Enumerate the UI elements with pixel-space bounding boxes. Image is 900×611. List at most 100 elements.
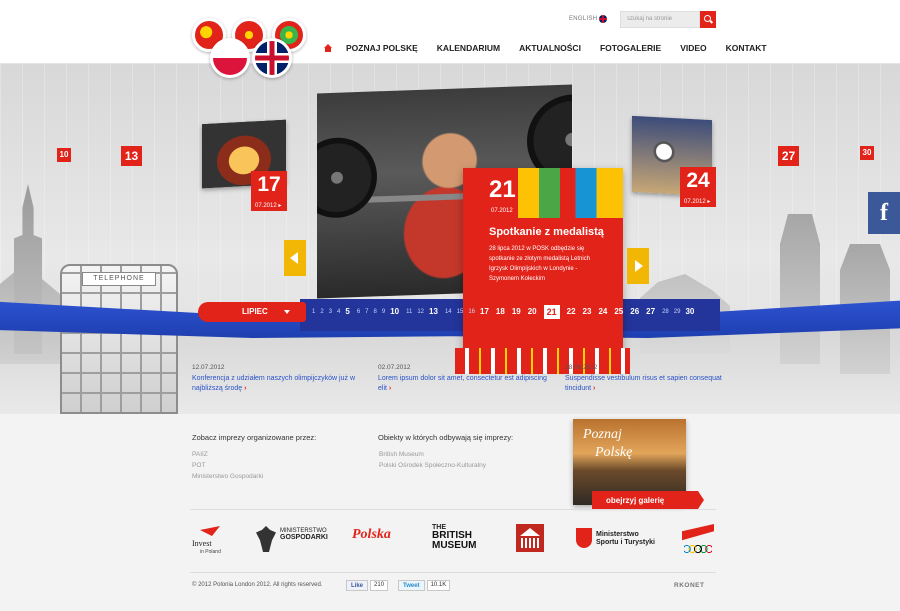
date-tile-10[interactable]: 10 xyxy=(57,148,71,162)
date-tile-27[interactable]: 27 xyxy=(778,146,799,166)
organizer-link[interactable]: POT xyxy=(192,462,205,469)
agency-logo[interactable]: RKONET xyxy=(674,582,704,589)
tweet-label[interactable]: Tweet xyxy=(398,580,425,591)
calendar-day[interactable]: 17 xyxy=(480,305,489,319)
calendar-day[interactable]: 6 xyxy=(357,305,360,319)
folk-pattern xyxy=(518,168,623,218)
ministry-economy-logo[interactable]: MINISTERSTWO GOSPODARKI xyxy=(256,522,330,558)
home-icon[interactable] xyxy=(324,44,332,52)
nav-aktualnosci[interactable]: AKTUALNOŚCI xyxy=(519,43,581,53)
search-button[interactable] xyxy=(700,11,716,28)
calendar-day[interactable]: 3 xyxy=(329,305,332,319)
language-switch[interactable]: ENGLISH xyxy=(569,16,597,22)
nav-kontakt[interactable]: KONTAKT xyxy=(726,43,767,53)
hero-slider: TELEPHONE 10 13 27 30 17 07.2012 ▸ 24 07… xyxy=(0,64,900,414)
tweet-button[interactable]: Tweet 10.1K xyxy=(398,580,451,591)
partner-name: Ministerstwo xyxy=(596,531,639,538)
calendar-day[interactable]: 13 xyxy=(429,305,438,319)
chevron-right-icon: › xyxy=(388,385,392,392)
gallery-title: Polskę xyxy=(595,445,633,460)
slider-prev-button[interactable] xyxy=(284,240,306,276)
news-title-text[interactable]: Konferencja z udziałem naszych olimpijcz… xyxy=(192,375,355,392)
uk-flag-icon[interactable] xyxy=(599,15,607,23)
calendar-day[interactable]: 23 xyxy=(583,305,592,319)
calendar-day[interactable]: 9 xyxy=(382,305,385,319)
calendar-day[interactable]: 28 xyxy=(662,305,669,319)
calendar-day-selected[interactable]: 21 xyxy=(543,305,560,319)
calendar-day[interactable]: 19 xyxy=(512,305,521,319)
event-date-badge[interactable]: 24 07.2012 ▸ xyxy=(680,167,716,207)
like-label[interactable]: Like xyxy=(346,580,369,591)
like-count: 210 xyxy=(370,580,389,591)
news-title[interactable]: Suspendisse vestibulum risus et sapien c… xyxy=(565,374,735,394)
news-title-text[interactable]: Lorem ipsum dolor sit amet, consectetur … xyxy=(378,375,547,392)
featured-date: 07.2012 xyxy=(491,208,513,214)
slider-next-button[interactable] xyxy=(627,248,649,284)
calendar-day[interactable]: 2 xyxy=(320,305,323,319)
gallery-title: Poznaj xyxy=(583,427,622,442)
calendar-day[interactable]: 14 xyxy=(445,305,452,319)
british-museum-logo[interactable]: THE BRITISH MUSEUM xyxy=(432,522,488,558)
calendar-day[interactable]: 30 xyxy=(685,305,694,319)
ministry-sport-logo[interactable]: Ministerstwo Sportu i Turystyki xyxy=(576,522,660,558)
posk-logo[interactable] xyxy=(516,522,546,558)
badge-date: 07.2012 ▸ xyxy=(684,199,711,205)
calendar-day[interactable]: 24 xyxy=(598,305,607,319)
invest-in-poland-logo[interactable]: Invest in Poland xyxy=(190,522,240,558)
calendar-day[interactable]: 1 xyxy=(312,305,315,319)
calendar-day[interactable]: 7 xyxy=(365,305,368,319)
calendar-day[interactable]: 5 xyxy=(345,305,349,319)
calendar-day[interactable]: 8 xyxy=(374,305,377,319)
calendar-days: 1 2 3 4 5 6 7 8 9 10 11 12 13 14 15 16 17 18 19 20 21 22 23 24 2… xyxy=(312,305,701,319)
featured-day: 21 xyxy=(489,176,516,203)
calendar-day[interactable]: 25 xyxy=(614,305,623,319)
tweet-count: 10.1K xyxy=(426,580,451,591)
venue-link[interactable]: British Museum xyxy=(379,451,424,458)
organizer-link[interactable]: PAIIZ xyxy=(192,451,208,458)
search-input[interactable]: szukaj na stronie xyxy=(620,11,700,28)
nav-kalendarium[interactable]: KALENDARIUM xyxy=(437,43,500,53)
calendar-day[interactable]: 11 xyxy=(406,305,412,319)
invest-logo-mark-icon xyxy=(200,526,220,536)
calendar-day[interactable]: 12 xyxy=(417,305,424,319)
view-gallery-button[interactable]: obejrzyj galerię xyxy=(592,491,704,510)
date-tile-30[interactable]: 30 xyxy=(860,146,874,160)
polish-olympic-committee-logo[interactable] xyxy=(680,522,716,558)
date-tile-13[interactable]: 13 xyxy=(121,146,142,166)
venue-link[interactable]: Polski Ośrodek Społeczno-Kulturalny xyxy=(379,462,486,469)
event-date-badge[interactable]: 17 07.2012 ▸ xyxy=(251,171,287,211)
calendar-day[interactable]: 16 xyxy=(468,305,475,319)
calendar-day[interactable]: 22 xyxy=(567,305,576,319)
facebook-like-button[interactable]: Like 210 xyxy=(346,580,389,591)
featured-description: 28 lipca 2012 w POSK odbędzie się spotka… xyxy=(489,246,591,282)
calendar-day[interactable]: 15 xyxy=(457,305,464,319)
calendar-day[interactable]: 29 xyxy=(674,305,681,319)
polonia-london-logo[interactable] xyxy=(190,18,312,78)
news-item: 28.06.2012 Suspendisse vestibulum risus … xyxy=(565,364,735,394)
calendar-day[interactable]: 20 xyxy=(528,305,537,319)
calendar-day[interactable]: 26 xyxy=(630,305,639,319)
news-date: 02.07.2012 xyxy=(378,364,411,371)
calendar-day[interactable]: 10 xyxy=(390,305,399,319)
calendar-day[interactable]: 4 xyxy=(337,305,340,319)
polska-logo[interactable]: Polska xyxy=(352,522,402,558)
posk-building-icon xyxy=(516,524,544,552)
featured-title[interactable]: Spotkanie z medalistą xyxy=(489,226,604,238)
facebook-icon[interactable]: f xyxy=(868,192,900,234)
news-title[interactable]: Konferencja z udziałem naszych olimpijcz… xyxy=(192,374,362,394)
nav-poznaj-polske[interactable]: POZNAJ POLSKĘ xyxy=(346,43,418,53)
news-title[interactable]: Lorem ipsum dolor sit amet, consectetur … xyxy=(378,374,548,394)
calendar-day[interactable]: 18 xyxy=(496,305,505,319)
news-title-text[interactable]: Suspendisse vestibulum risus et sapien c… xyxy=(565,375,722,392)
featured-event-card[interactable]: 21 07.2012 Spotkanie z medalistą 28 lipc… xyxy=(455,168,630,374)
calendar-day[interactable]: 27 xyxy=(646,305,655,319)
divider xyxy=(190,509,716,510)
uk-flag-icon xyxy=(252,38,292,78)
nav-fotogalerie[interactable]: FOTOGALERIE xyxy=(600,43,661,53)
nav-video[interactable]: VIDEO xyxy=(680,43,706,53)
badge-day: 17 xyxy=(257,173,281,196)
organizer-link[interactable]: Ministerstwo Gospodarki xyxy=(192,473,263,480)
olympic-rings-icon xyxy=(684,544,712,554)
month-dropdown[interactable]: LIPIEC xyxy=(198,302,306,322)
chevron-down-icon xyxy=(284,310,290,314)
